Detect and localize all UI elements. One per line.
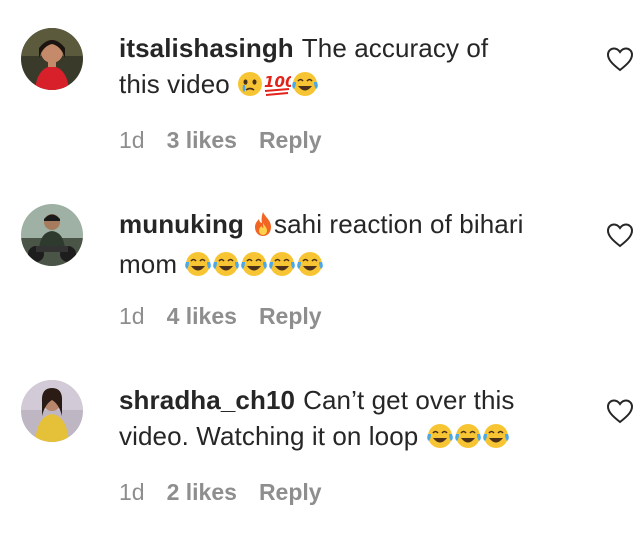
- avatar[interactable]: [21, 204, 83, 266]
- comment-text: itsalishasingh The accuracy of this video…: [119, 30, 589, 106]
- face-with-tears-of-joy-icon: [184, 250, 212, 286]
- comment-body-line1: The accuracy of: [301, 33, 489, 63]
- comment-body-line1: Can’t get over this: [303, 385, 515, 415]
- comment-likes[interactable]: 3 likes: [167, 125, 237, 155]
- comment-time[interactable]: 1d: [119, 301, 145, 331]
- avatar[interactable]: [21, 380, 83, 442]
- comment-item: munuking sahi reaction of bihari mom 1d 4…: [0, 204, 637, 364]
- reply-button[interactable]: Reply: [259, 125, 322, 155]
- face-with-tears-of-joy-icon: [291, 70, 319, 106]
- comment-time[interactable]: 1d: [119, 125, 145, 155]
- comment-text: munuking sahi reaction of bihari mom: [119, 206, 589, 286]
- like-heart-icon[interactable]: [606, 398, 634, 424]
- face-with-tears-of-joy-icon: [212, 250, 240, 286]
- face-with-tears-of-joy-icon: [426, 422, 454, 458]
- comment-body-line1: sahi reaction of bihari: [274, 209, 524, 239]
- comment-username[interactable]: shradha_ch10: [119, 385, 295, 415]
- comment-likes[interactable]: 2 likes: [167, 477, 237, 507]
- comment-meta: 1d 2 likes Reply: [119, 477, 344, 507]
- comment-item: itsalishasingh The accuracy of this video…: [0, 28, 637, 188]
- comment-body-line2: mom: [119, 249, 178, 279]
- comment-time[interactable]: 1d: [119, 477, 145, 507]
- face-with-tears-of-joy-icon: [268, 250, 296, 286]
- comment-body-line2: video. Watching it on loop: [119, 421, 419, 451]
- reply-button[interactable]: Reply: [259, 301, 322, 331]
- face-with-tears-of-joy-icon: [454, 422, 482, 458]
- like-heart-icon[interactable]: [606, 222, 634, 248]
- comment-meta: 1d 4 likes Reply: [119, 301, 344, 331]
- like-heart-icon[interactable]: [606, 46, 634, 72]
- face-with-tears-of-joy-icon: [296, 250, 324, 286]
- comment-item: shradha_ch10 Can’t get over this video. W…: [0, 380, 637, 540]
- comment-meta: 1d 3 likes Reply: [119, 125, 344, 155]
- comment-body-line2: this video: [119, 69, 230, 99]
- reply-button[interactable]: Reply: [259, 477, 322, 507]
- comment-username[interactable]: munuking: [119, 209, 244, 239]
- comment-likes[interactable]: 4 likes: [167, 301, 237, 331]
- hundred-points-icon: 100: [263, 70, 296, 106]
- face-with-tears-of-joy-icon: [240, 250, 268, 286]
- comment-text: shradha_ch10 Can’t get over this video. W…: [119, 382, 589, 458]
- comment-username[interactable]: itsalishasingh: [119, 33, 294, 63]
- fire-icon: [252, 210, 274, 246]
- avatar[interactable]: [21, 28, 83, 90]
- face-with-tears-of-joy-icon: [482, 422, 510, 458]
- face-holding-back-tears-icon: [237, 70, 263, 106]
